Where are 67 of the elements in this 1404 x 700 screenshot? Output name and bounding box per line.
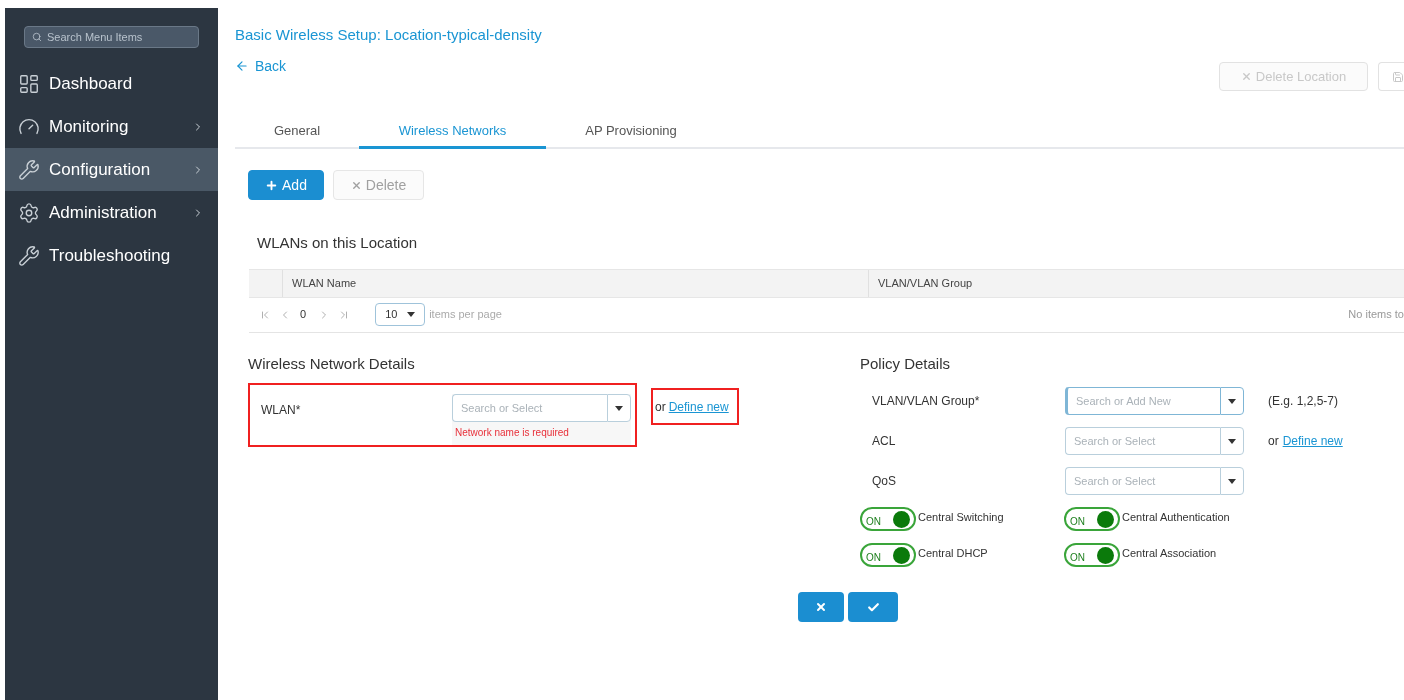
close-icon <box>350 179 362 191</box>
dropdown-button[interactable] <box>1220 467 1244 495</box>
caret-icon <box>1228 478 1236 484</box>
column-header: VLAN/VLAN Group <box>878 275 973 291</box>
items-per-page-label: items per page <box>429 307 502 323</box>
sidebar-item[interactable]: Configuration <box>5 148 218 191</box>
sidebar-item[interactable]: Administration <box>5 191 218 234</box>
toggle-switch[interactable]: ON <box>860 543 916 567</box>
wrench-icon <box>18 158 40 181</box>
sidebar-item[interactable]: Monitoring <box>5 105 218 148</box>
back-link[interactable]: Back <box>235 55 542 77</box>
toggle-label: Central Association <box>1122 545 1217 561</box>
cancel-button[interactable] <box>798 592 844 622</box>
close-icon <box>815 601 827 613</box>
search-icon <box>32 32 42 42</box>
empty-message: No items to <box>1348 307 1404 323</box>
caret-icon <box>1228 398 1236 404</box>
error-message: Network name is required <box>454 426 570 440</box>
toggle-switch[interactable]: ON <box>860 507 916 531</box>
select-field[interactable]: Search or Add New <box>1065 387 1220 415</box>
page-size-select[interactable]: 10 <box>375 303 426 326</box>
or-label: or <box>655 398 666 416</box>
toggle-label: Central Authentication <box>1122 509 1230 525</box>
gear-icon <box>18 201 40 224</box>
toggle-switch[interactable]: ON <box>1064 543 1120 567</box>
toggle-switch[interactable]: ON <box>1064 507 1120 531</box>
caret-icon <box>615 405 623 411</box>
field-label: QoS <box>871 473 897 490</box>
caret-icon <box>407 312 416 317</box>
search-field[interactable]: Search Menu Items <box>24 26 199 48</box>
add-button[interactable]: Add <box>248 170 324 200</box>
confirm-button[interactable] <box>848 592 898 622</box>
dropdown-button[interactable] <box>607 394 631 422</box>
or-label: or <box>1268 433 1279 450</box>
section-title: WLANs on this Location <box>257 233 419 253</box>
select-field[interactable]: Search or Select <box>452 394 607 422</box>
field-label: ACL <box>871 433 897 450</box>
dropdown-button[interactable] <box>1220 427 1244 455</box>
page-title: Basic Wireless Setup: Location-typical-density <box>235 25 542 45</box>
column-header: WLAN Name <box>292 275 357 291</box>
check-icon <box>866 600 880 614</box>
field-label: VLAN/VLAN Group* <box>871 393 981 410</box>
select-field[interactable]: Search or Select <box>1065 427 1220 455</box>
arrow-left-icon <box>235 59 249 73</box>
close-icon <box>1240 71 1252 82</box>
field-label: WLAN* <box>261 402 301 419</box>
section-title: Policy Details <box>860 353 952 374</box>
tab[interactable]: General <box>235 116 359 149</box>
caret-icon <box>1228 438 1236 444</box>
dashboard-icon <box>18 72 40 95</box>
sidebar-item[interactable]: Troubleshooting <box>5 234 218 277</box>
define-new-link[interactable]: Define new <box>1282 432 1343 450</box>
section-title: Wireless Network Details <box>248 353 416 374</box>
save-icon <box>1392 70 1404 83</box>
first-page-icon[interactable] <box>259 308 271 321</box>
select-field[interactable]: Search or Select <box>1065 467 1220 495</box>
tab[interactable]: Wireless Networks <box>359 116 546 149</box>
page-number: 0 <box>300 307 307 323</box>
sidebar-item[interactable]: Dashboard <box>5 62 218 105</box>
define-new-link[interactable]: Define new <box>668 397 729 416</box>
toggle-label: Central DHCP <box>918 545 988 561</box>
dropdown-button[interactable] <box>1220 387 1244 415</box>
tab[interactable]: AP Provisioning <box>546 116 716 149</box>
tools-icon <box>18 244 40 267</box>
plus-icon <box>265 178 279 192</box>
hint-text: (E.g. 1,2,5-7) <box>1268 393 1339 410</box>
toggle-label: Central Switching <box>918 509 1004 525</box>
